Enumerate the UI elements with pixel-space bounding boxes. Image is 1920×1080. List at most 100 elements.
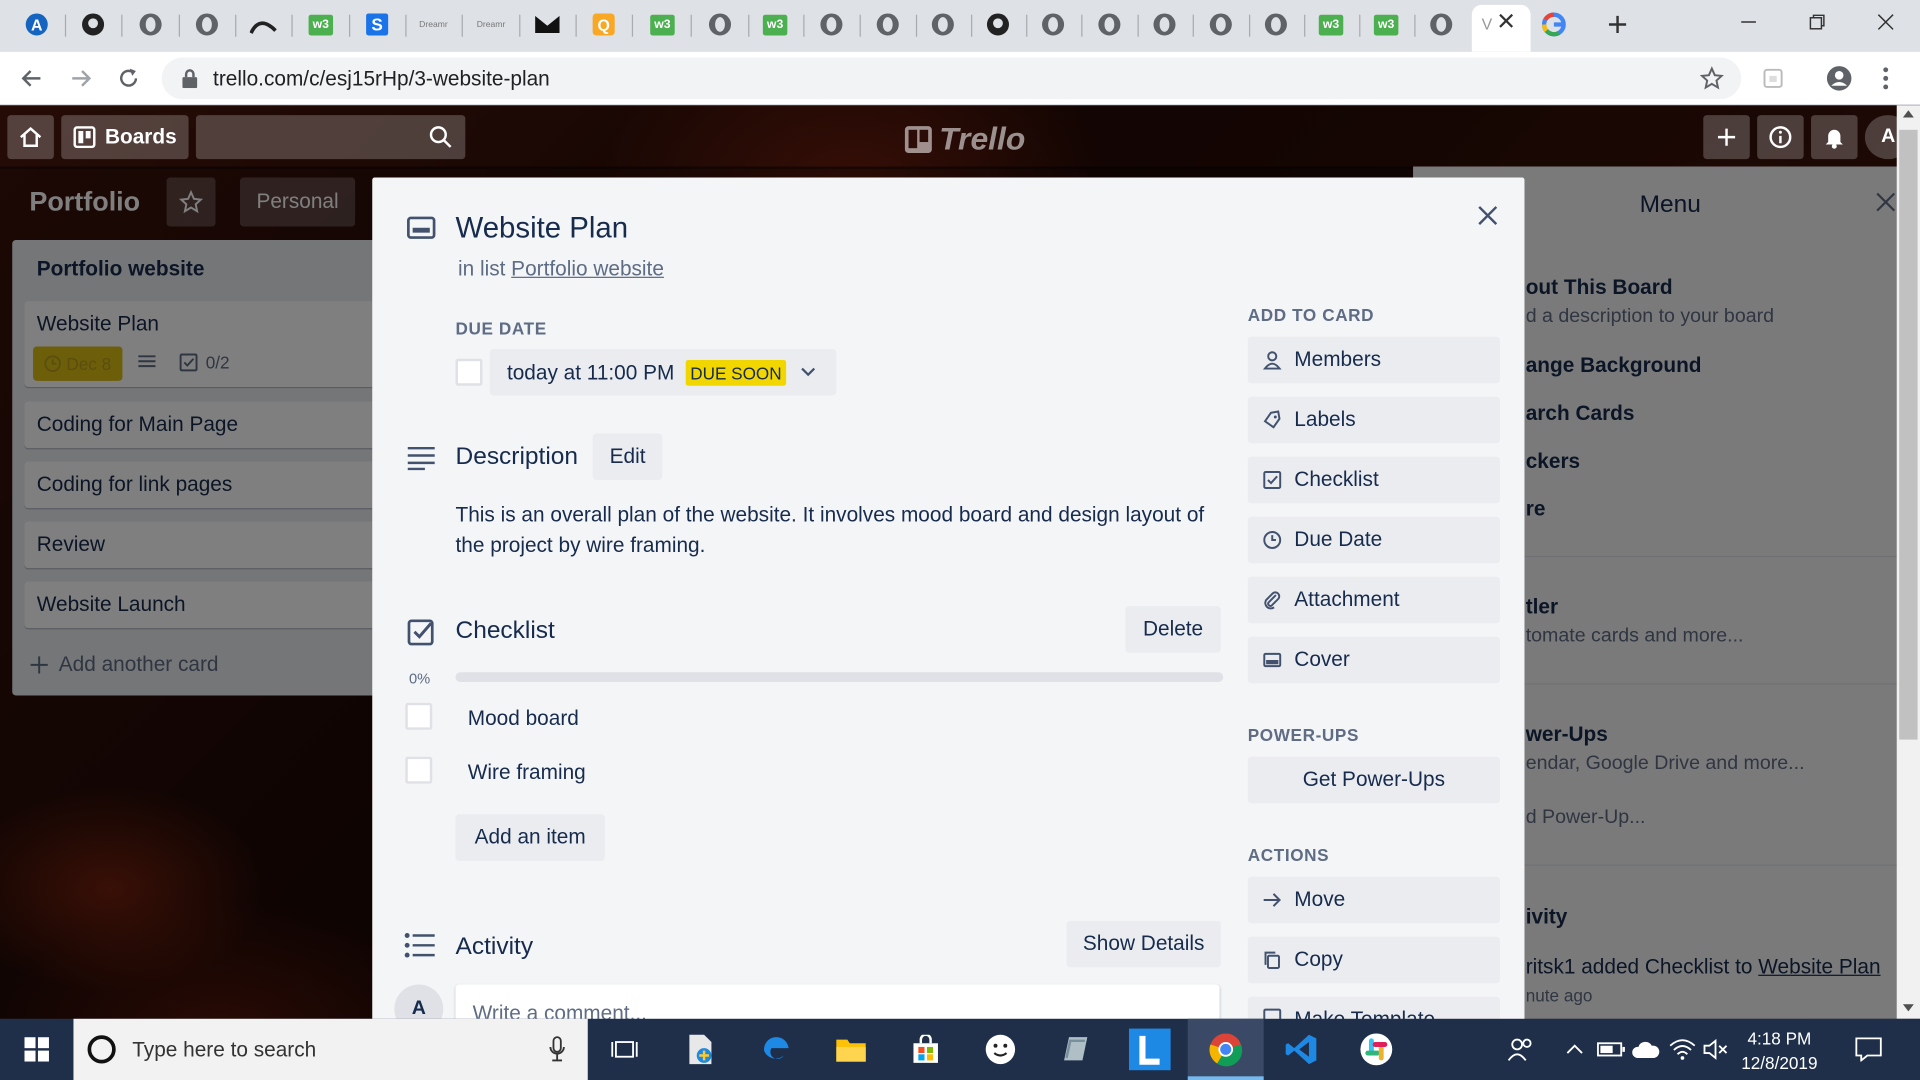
tab-globe-icon[interactable]: [818, 11, 845, 38]
tab-envelope-icon[interactable]: [534, 11, 561, 38]
tab-w3-icon[interactable]: w3: [307, 11, 334, 38]
checklist-item-checkbox[interactable]: [405, 702, 433, 730]
tab-github-icon[interactable]: [80, 11, 107, 38]
task-view-icon[interactable]: [607, 1032, 641, 1066]
description-text[interactable]: This is an overall plan of the website. …: [456, 500, 1225, 561]
tab-globe-icon[interactable]: [874, 11, 901, 38]
boards-button[interactable]: Boards: [61, 115, 189, 160]
chrome-taskbar-button[interactable]: [1187, 1018, 1264, 1080]
volume-muted-icon[interactable]: [1700, 1032, 1734, 1066]
store-icon[interactable]: [909, 1032, 943, 1066]
battery-icon[interactable]: [1594, 1032, 1628, 1066]
close-modal-button[interactable]: [1471, 198, 1505, 232]
onedrive-icon[interactable]: [1629, 1032, 1663, 1066]
person-icon: [1248, 350, 1295, 370]
info-button[interactable]: [1757, 115, 1804, 160]
show-details-button[interactable]: Show Details: [1066, 920, 1221, 968]
tab-small-icon[interactable]: Dreamr: [419, 11, 448, 38]
get-power-ups-button[interactable]: Get Power-Ups: [1247, 756, 1501, 804]
labels-button[interactable]: Labels: [1247, 396, 1501, 444]
attachment-button[interactable]: Attachment: [1247, 576, 1501, 624]
edge-icon[interactable]: [759, 1032, 793, 1066]
more-menu-icon[interactable]: [1869, 61, 1903, 95]
trello-logo[interactable]: Trello: [904, 120, 1025, 158]
home-button[interactable]: [7, 115, 54, 160]
tab-globe-icon[interactable]: [1207, 11, 1234, 38]
file-app-icon[interactable]: [683, 1032, 717, 1066]
tab-globe-icon[interactable]: [1262, 11, 1289, 38]
due-date-sidebar-button[interactable]: Due Date: [1247, 516, 1501, 564]
tab-mountain-icon[interactable]: [249, 11, 277, 38]
due-date-button[interactable]: today at 11:00 PM DUE SOON: [489, 348, 837, 396]
tab-s-icon[interactable]: S: [364, 11, 391, 38]
vscode-icon[interactable]: [1284, 1032, 1318, 1066]
taskbar-clock[interactable]: 4:18 PM 12/8/2019: [1741, 1026, 1817, 1075]
tab-globe-icon[interactable]: [929, 11, 956, 38]
people-icon[interactable]: [1504, 1032, 1538, 1066]
add-checklist-item-button[interactable]: Add an item: [455, 814, 605, 861]
tab-w3-icon[interactable]: w3: [762, 11, 789, 38]
extension-icon[interactable]: [1756, 61, 1790, 95]
checklist-item[interactable]: Wire framing: [468, 760, 586, 784]
address-bar[interactable]: trello.com/c/esj15rHp/3-website-plan: [161, 57, 1742, 100]
tab-small-icon[interactable]: Dreamr: [477, 11, 506, 38]
active-tab[interactable]: V: [1471, 4, 1531, 52]
reload-icon[interactable]: [111, 61, 145, 95]
tab-github-icon[interactable]: [984, 11, 1011, 38]
new-tab-icon[interactable]: [1604, 11, 1631, 38]
tab-q-icon[interactable]: Q: [590, 11, 617, 38]
taskbar-search-input[interactable]: Type here to search: [73, 1018, 588, 1080]
slack-icon[interactable]: [1359, 1032, 1393, 1066]
scrollbar-thumb[interactable]: [1899, 129, 1918, 740]
tab-globe-icon[interactable]: [707, 11, 734, 38]
emoji-app-icon[interactable]: [983, 1032, 1017, 1066]
wifi-icon[interactable]: [1665, 1032, 1699, 1066]
tab-globe-icon[interactable]: [1151, 11, 1178, 38]
delete-checklist-button[interactable]: Delete: [1125, 606, 1221, 653]
file-explorer-icon[interactable]: [834, 1032, 868, 1066]
show-hidden-icons-icon[interactable]: [1558, 1032, 1592, 1066]
microphone-icon[interactable]: [549, 1036, 566, 1063]
bookmark-star-icon[interactable]: [1699, 66, 1724, 90]
action-center-icon[interactable]: [1851, 1032, 1885, 1066]
l-app-icon[interactable]: [1128, 1028, 1171, 1071]
restore-icon[interactable]: [1799, 7, 1836, 36]
paperclip-icon: [1248, 590, 1295, 610]
close-window-icon[interactable]: [1867, 7, 1904, 36]
create-button[interactable]: [1703, 115, 1750, 160]
checklist-button[interactable]: Checklist: [1247, 456, 1501, 504]
close-tab-icon[interactable]: [1496, 11, 1516, 31]
cover-button[interactable]: Cover: [1247, 636, 1501, 684]
tab-w3-icon[interactable]: w3: [649, 11, 676, 38]
tab-a-icon[interactable]: A: [23, 11, 50, 38]
tab-globe-icon[interactable]: [1096, 11, 1123, 38]
board-search-input[interactable]: [195, 115, 466, 160]
scroll-up-icon[interactable]: [1902, 110, 1914, 118]
tab-globe-icon[interactable]: [193, 11, 220, 38]
power-ups-label: POWER-UPS: [1247, 724, 1359, 745]
checklist-item[interactable]: Mood board: [468, 707, 579, 731]
members-button[interactable]: Members: [1247, 336, 1501, 384]
forward-icon[interactable]: [64, 61, 98, 95]
copy-button[interactable]: Copy: [1247, 936, 1501, 984]
list-link[interactable]: Portfolio website: [511, 257, 664, 280]
page-scrollbar[interactable]: [1896, 105, 1920, 1019]
due-complete-checkbox[interactable]: [455, 358, 483, 386]
checklist-item-checkbox[interactable]: [405, 756, 433, 784]
move-button[interactable]: Move: [1247, 876, 1501, 924]
profile-icon[interactable]: [1822, 61, 1856, 95]
notes-app-icon[interactable]: [1058, 1032, 1092, 1066]
tab-globe-icon[interactable]: [1428, 11, 1455, 38]
tab-globe-icon[interactable]: [1040, 11, 1067, 38]
tab-w3-icon[interactable]: w3: [1373, 11, 1400, 38]
back-icon[interactable]: [15, 61, 49, 95]
tab-globe-icon[interactable]: [137, 11, 164, 38]
edit-description-button[interactable]: Edit: [592, 433, 663, 481]
windows-start-icon[interactable]: [20, 1032, 54, 1066]
tab-google-icon[interactable]: [1540, 11, 1567, 38]
scroll-down-icon[interactable]: [1902, 1004, 1914, 1012]
notifications-button[interactable]: [1811, 115, 1858, 160]
tab-w3-icon[interactable]: w3: [1318, 11, 1345, 38]
minimize-icon[interactable]: [1730, 7, 1767, 36]
card-title[interactable]: Website Plan: [456, 212, 629, 246]
